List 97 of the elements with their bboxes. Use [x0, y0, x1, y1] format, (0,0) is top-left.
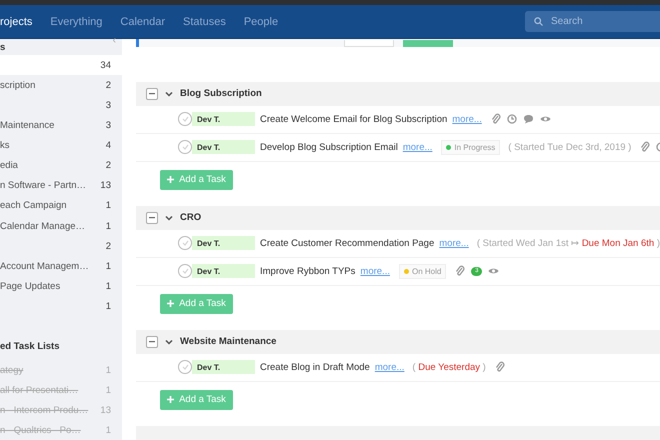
complete-checkbox[interactable] — [178, 360, 192, 374]
task-count: 34 — [100, 60, 111, 71]
task-count: 1 — [106, 280, 111, 292]
task-count: 13 — [100, 405, 111, 416]
task-count: 2 — [106, 80, 111, 91]
task-title[interactable]: Improve Rybbon TYPs — [260, 266, 356, 277]
plus-icon — [167, 176, 174, 184]
task-count: 1 — [106, 300, 111, 312]
complete-checkbox[interactable] — [178, 140, 192, 154]
status-badge: On Hold — [398, 264, 446, 279]
task-count: 1 — [106, 220, 111, 232]
paperclip-icon[interactable] — [490, 113, 501, 126]
checkmark-icon — [182, 144, 188, 150]
task-count: 1 — [106, 200, 111, 212]
eye-icon[interactable] — [488, 267, 500, 276]
assignee-tag: Dev T. — [192, 140, 255, 154]
task-title[interactable]: Create Welcome Email for Blog Subscription — [260, 114, 448, 125]
sidebar-item[interactable]: n Software - Partn… 13 — [0, 176, 122, 196]
nav-tab[interactable]: People — [244, 16, 278, 28]
task-list-title: Blog Subscription — [180, 88, 262, 100]
task-count: 1 — [106, 425, 111, 436]
paperclip-icon[interactable] — [494, 361, 505, 374]
sidebar-item[interactable]: scription 2 — [0, 75, 122, 96]
sidebar-item[interactable]: each Campaign 1 — [0, 196, 122, 216]
task-list-title: Website Maintenance — [180, 336, 276, 348]
sidebar-item-label: Page Updates — [0, 280, 60, 292]
paperclip-icon[interactable] — [640, 141, 650, 154]
minus-icon — [149, 216, 155, 219]
archived-heading: ed Task Lists — [0, 341, 60, 352]
task-count: 1 — [106, 260, 111, 272]
task-title[interactable]: Create Blog in Draft Mode — [260, 362, 370, 373]
task-dates: ( Started Tue Dec 3rd, 2019 ) — [508, 142, 632, 153]
clock-icon[interactable] — [506, 114, 517, 124]
nav-tab[interactable]: Calendar — [120, 16, 166, 28]
complete-checkbox[interactable] — [178, 264, 192, 278]
sidebar-item[interactable]: Maintenance 3 — [0, 116, 122, 136]
search-input[interactable]: Search — [549, 15, 653, 28]
chevron-icon[interactable] — [165, 214, 173, 221]
task-count: 1 — [106, 385, 111, 396]
collapse-button[interactable] — [146, 212, 158, 224]
collapse-button[interactable] — [146, 88, 158, 100]
eye-icon[interactable] — [540, 115, 551, 124]
nav-tab[interactable]: rojects — [0, 16, 32, 28]
search-icon — [534, 17, 543, 26]
sidebar-item-label: scription — [0, 80, 36, 91]
checkmark-icon — [182, 364, 188, 370]
task-count: 4 — [106, 140, 111, 152]
task-count: 3 — [106, 120, 111, 132]
sidebar-item-label: Account Managem… — [0, 260, 89, 272]
task-count: 3 — [106, 100, 111, 111]
task-count: 13 — [100, 180, 111, 192]
sidebar-item[interactable]: ks 4 — [0, 136, 122, 156]
assignee-tag: Dev T. — [192, 112, 255, 126]
sidebar-item[interactable]: 34 — [0, 55, 122, 76]
complete-checkbox[interactable] — [178, 236, 192, 250]
collapse-button[interactable] — [146, 336, 158, 348]
sidebar-item-label: n Software - Partn… — [0, 180, 86, 192]
minus-icon — [149, 340, 155, 343]
nav-tab[interactable]: Everything — [50, 16, 102, 28]
search-field[interactable]: Search — [525, 11, 660, 32]
sidebar-item-label: edia — [0, 160, 18, 172]
sidebar-item[interactable]: Account Managem… 1 — [0, 256, 122, 276]
sidebar-item[interactable]: Calendar Manage… 1 — [0, 216, 122, 236]
task-list-title: CRO — [180, 212, 202, 224]
assignee-tag: Dev T. — [192, 360, 255, 374]
minus-icon — [149, 92, 155, 95]
plus-icon — [167, 300, 174, 308]
assignee-tag: Dev T. — [192, 236, 255, 250]
task-count: 2 — [106, 160, 111, 172]
task-dates: ( Started Wed Jan 1st ↦ Due Mon Jan 6th ) — [476, 237, 660, 250]
status-badge: In Progress — [441, 140, 500, 155]
sidebar-item[interactable]: 2 — [0, 236, 122, 256]
comment-icon[interactable] — [522, 114, 534, 124]
nav-tab[interactable]: Statuses — [183, 16, 226, 28]
sidebar-item-label: ks — [0, 140, 10, 152]
task-dates: ( Due Yesterday ) — [412, 362, 486, 373]
plus-icon — [167, 396, 174, 404]
sidebar-item-label: each Campaign — [0, 200, 67, 212]
checkmark-icon — [182, 268, 188, 274]
checkmark-icon — [182, 116, 188, 122]
paperclip-icon[interactable] — [455, 265, 466, 278]
sidebar-item[interactable]: 3 — [0, 95, 122, 116]
task-title[interactable]: Develop Blog Subscription Email — [260, 142, 398, 153]
assignee-tag: Dev T. — [192, 264, 255, 278]
sidebar-item[interactable]: Page Updates 1 — [0, 276, 122, 296]
sidebar-item[interactable]: 1 — [0, 296, 122, 316]
sidebar-item[interactable]: edia 2 — [0, 156, 122, 176]
chevron-icon[interactable] — [165, 90, 173, 97]
task-title[interactable]: Create Customer Recommendation Page — [260, 238, 434, 249]
sidebar-item-label: Maintenance — [0, 120, 54, 132]
task-count: 1 — [106, 365, 111, 376]
chevron-icon[interactable] — [165, 338, 173, 345]
sidebar-item-label: Calendar Manage… — [0, 220, 86, 232]
sidebar-heading: s — [0, 42, 6, 53]
complete-checkbox[interactable] — [178, 112, 192, 126]
checkmark-icon — [182, 240, 188, 246]
task-count: 2 — [106, 240, 111, 252]
